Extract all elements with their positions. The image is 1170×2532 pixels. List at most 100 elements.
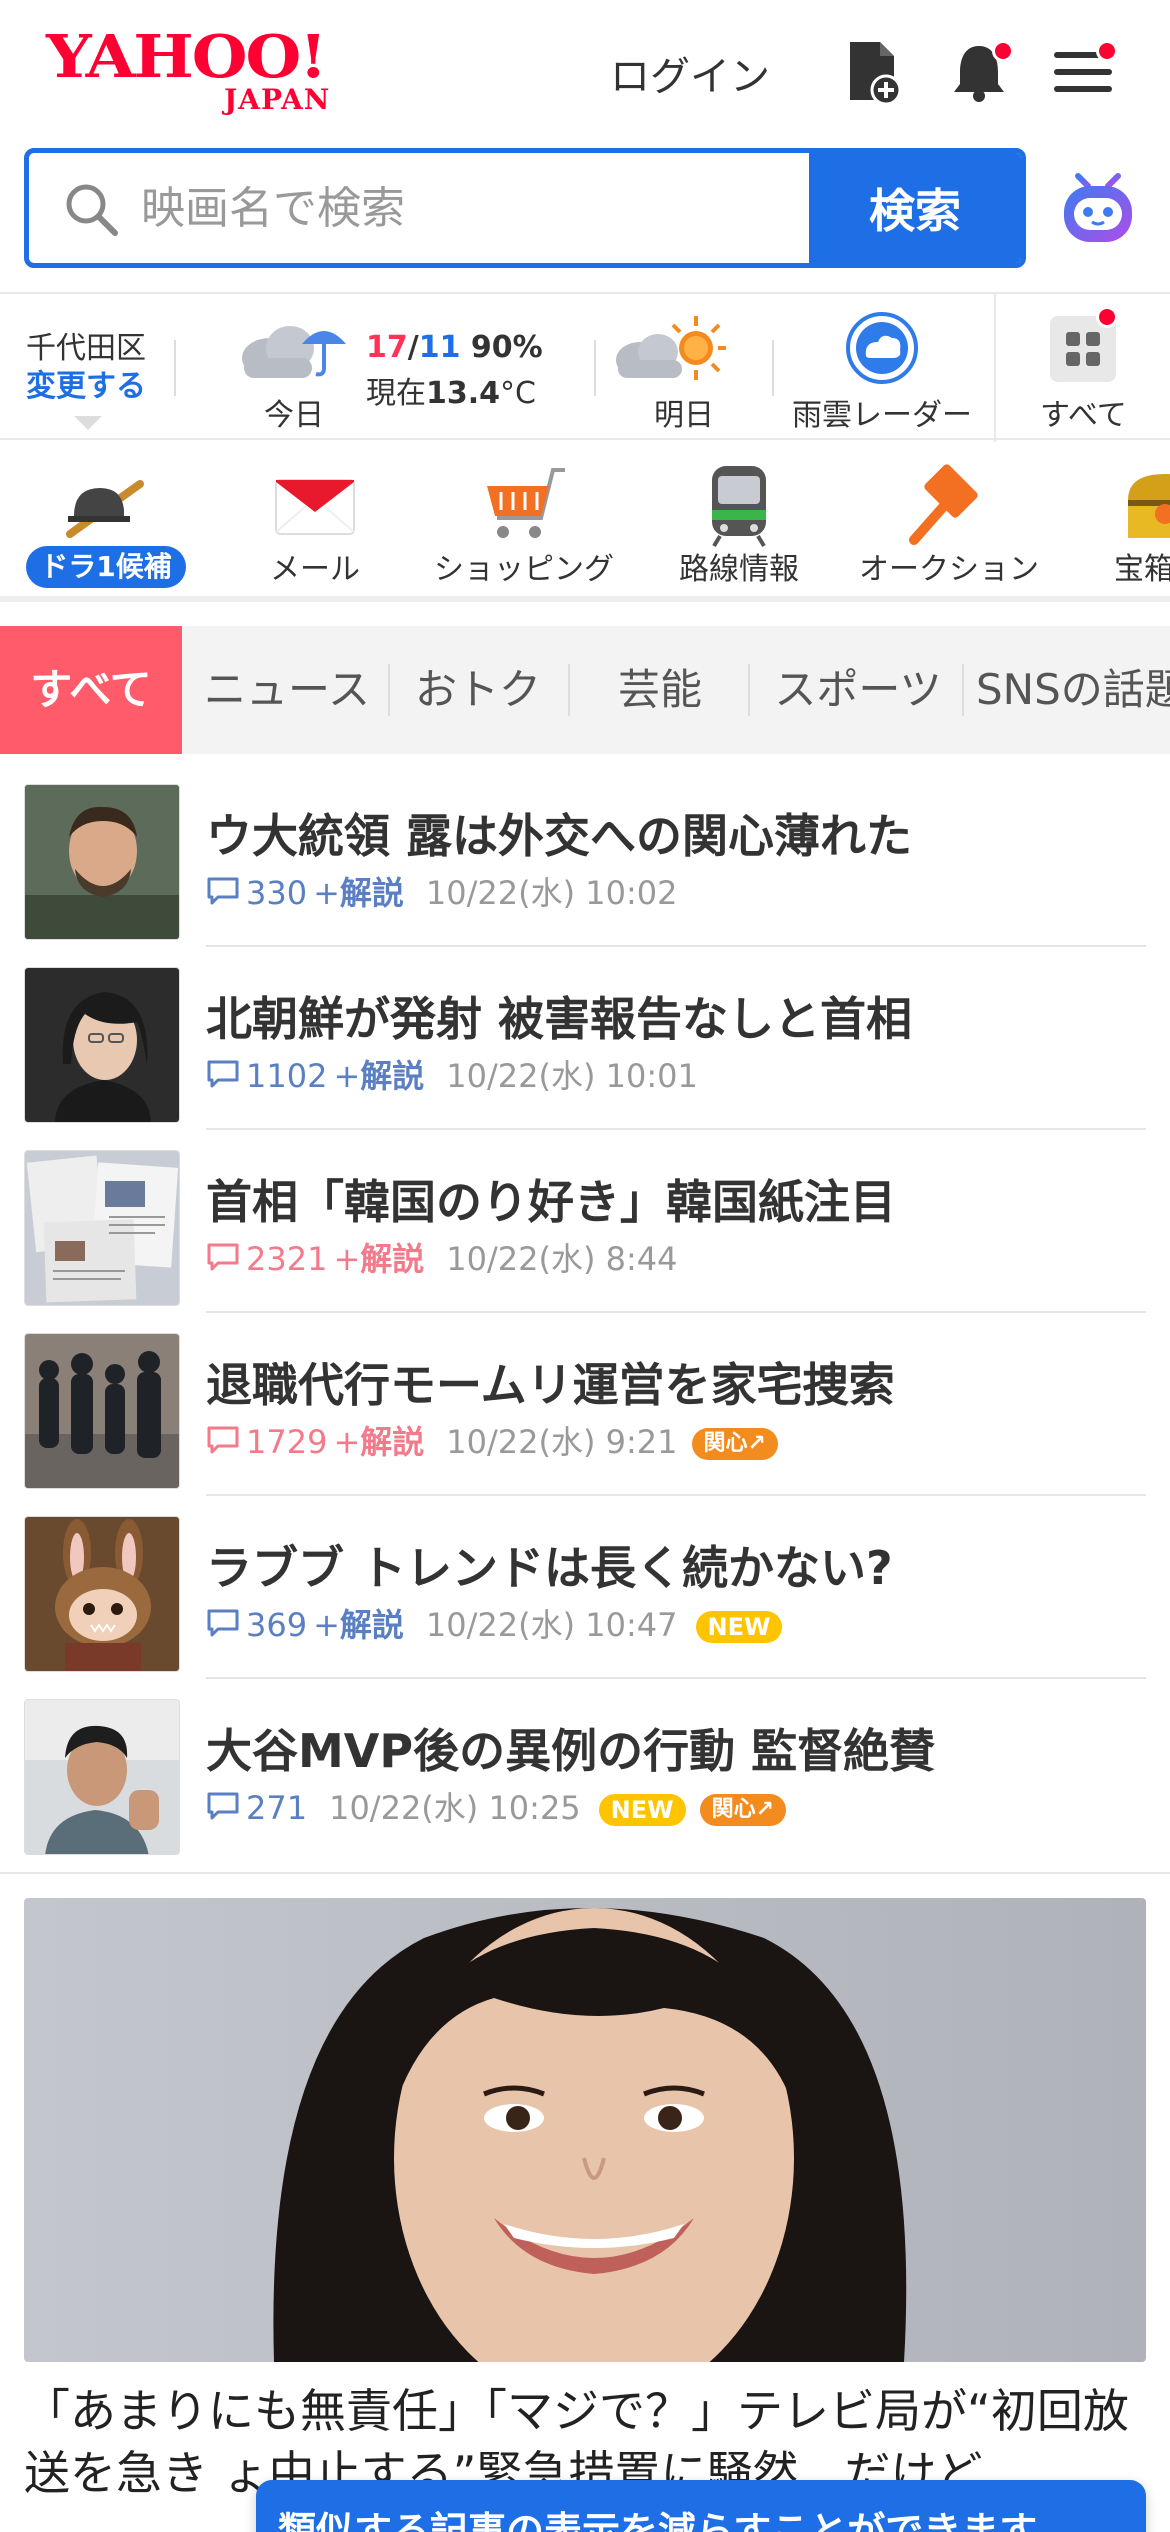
temp-high: 17 [366, 330, 408, 365]
mail-icon [270, 460, 360, 550]
divider [994, 294, 996, 442]
explanation-link: 解説 [360, 1057, 425, 1095]
search-input[interactable] [141, 153, 831, 263]
plus-sign: + [333, 1057, 361, 1095]
section-divider [0, 1872, 1170, 1874]
news-title: ウ大統領 露は外交への関心薄れた [206, 809, 913, 863]
news-title: 北朝鮮が発射 被害報告なしと首相 [206, 992, 913, 1046]
plus-sign: + [333, 1423, 361, 1461]
divider [174, 340, 176, 396]
divider [772, 340, 774, 396]
tab-entertainment[interactable]: 芸能 [580, 626, 740, 754]
news-item[interactable]: 首相「韓国のり好き」韓国紙注目 2321 +解説 10/22(水) 8:44 [0, 1130, 1170, 1313]
header: YAHOO! JAPAN ログイン [0, 0, 1170, 145]
tab-all[interactable]: すべて [0, 626, 182, 754]
precip-chance: 90% [470, 330, 543, 365]
all-label: すべて [1040, 398, 1127, 433]
temp-slash: / [407, 330, 419, 365]
news-thumbnail [24, 1699, 180, 1855]
news-meta: 2321 +解説 10/22(水) 8:44 [206, 1234, 678, 1278]
weather-bar: 千代田区 変更する 今日 17/11 90% 現在13.4°C 明日 雨雲レーダ… [0, 292, 1170, 442]
gavel-icon [904, 460, 994, 550]
service-transit[interactable]: 路線情報 [664, 442, 814, 592]
plus-sign: + [313, 874, 340, 912]
takarabako-label: 宝箱 [1114, 552, 1170, 587]
tab-news[interactable]: ニュース [194, 626, 380, 754]
mail-label: メール [270, 552, 360, 587]
interest-badge: 関心↗ [691, 1428, 778, 1460]
comment-count: 2321 [246, 1240, 328, 1278]
weather-location[interactable]: 千代田区 変更する [26, 330, 146, 406]
tomorrow-label: 明日 [654, 398, 714, 433]
service-auction[interactable]: オークション [854, 442, 1044, 592]
news-time: 10/22(水) 8:44 [446, 1240, 678, 1278]
news-title: ラブブ トレンドは長く続かない? [206, 1541, 893, 1595]
bell-icon[interactable] [944, 36, 1014, 106]
logo-text: YAHOO! [46, 22, 327, 92]
ai-assistant-icon[interactable] [1058, 168, 1138, 248]
news-time: 10/22(水) 10:47 [425, 1606, 678, 1644]
tab-sports[interactable]: スポーツ [758, 626, 958, 754]
auction-label: オークション [859, 552, 1039, 587]
news-item[interactable]: 北朝鮮が発射 被害報告なしと首相 1102 +解説 10/22(水) 10:01 [0, 947, 1170, 1130]
news-thumbnail [24, 1150, 180, 1306]
news-meta: 271 10/22(水) 10:25 NEW 関心↗ [206, 1783, 787, 1827]
caret-icon [74, 416, 102, 430]
news-title: 大谷MVP後の異例の行動 監督絶賛 [206, 1724, 936, 1778]
news-title: 退職代行モームリ運営を家宅捜索 [206, 1358, 895, 1412]
temp-high-low: 17/11 90% [366, 330, 543, 365]
news-item[interactable]: 退職代行モームリ運営を家宅捜索 1729 +解説 10/22(水) 9:21 関心↗ [0, 1313, 1170, 1496]
today-label: 今日 [264, 398, 324, 433]
change-location-link[interactable]: 変更する [26, 368, 146, 406]
feature-image[interactable] [24, 1898, 1146, 2362]
baseball-helmet-icon [60, 460, 150, 550]
login-link[interactable]: ログイン [610, 44, 770, 102]
new-badge: NEW [598, 1794, 686, 1826]
train-icon [694, 460, 784, 550]
news-item[interactable]: 大谷MVP後の異例の行動 監督絶賛 271 10/22(水) 10:25 NEW 関心… [0, 1679, 1170, 1862]
service-mail[interactable]: メール [240, 442, 390, 592]
news-meta: 1102 +解説 10/22(水) 10:01 [206, 1051, 698, 1095]
menu-icon[interactable] [1050, 36, 1120, 106]
explanation-link: 解説 [339, 1606, 404, 1644]
category-tabs: すべて ニュース おトク 芸能 スポーツ SNSの話題 [0, 626, 1170, 754]
comment-icon [206, 876, 240, 914]
news-time: 10/22(水) 9:21 [446, 1423, 678, 1461]
service-shopping[interactable]: ショッピング [424, 442, 624, 592]
tab-divider [388, 664, 390, 716]
comment-icon [206, 1059, 240, 1097]
news-meta: 369 +解説 10/22(水) 10:47 NEW [206, 1600, 783, 1644]
interest-badge: 関心↗ [699, 1794, 787, 1826]
search-icon [63, 181, 119, 237]
news-time: 10/22(水) 10:25 [329, 1789, 581, 1827]
divider [594, 340, 596, 396]
cloud-rain-icon [236, 314, 356, 384]
treasure-chest-icon [1120, 460, 1170, 550]
search-bar: 検索 [24, 148, 1026, 268]
toast-message[interactable]: 類似する記事の表示を減らすことができます [256, 2480, 1146, 2532]
menu-notification-dot [1096, 40, 1118, 62]
comment-icon [206, 1242, 240, 1280]
transit-label: 路線情報 [679, 552, 799, 587]
yahoo-japan-logo[interactable]: YAHOO! JAPAN [46, 28, 366, 118]
news-title: 首相「韓国のり好き」韓国紙注目 [206, 1175, 896, 1229]
shopping-cart-icon [479, 460, 569, 550]
tab-deals[interactable]: おトク [400, 626, 556, 754]
news-thumbnail [24, 784, 180, 940]
comment-icon [206, 1791, 240, 1829]
tab-divider [962, 664, 964, 716]
news-item[interactable]: ラブブ トレンドは長く続かない? 369 +解説 10/22(水) 10:47 NEW [0, 1496, 1170, 1679]
news-thumbnail [24, 1333, 180, 1489]
news-time: 10/22(水) 10:01 [446, 1057, 698, 1095]
comment-count: 271 [246, 1789, 308, 1827]
comment-count: 369 [246, 1606, 308, 1644]
tab-sns[interactable]: SNSの話題 [976, 626, 1170, 754]
tab-divider [748, 664, 750, 716]
search-button[interactable]: 検索 [809, 153, 1021, 263]
service-draft[interactable]: ドラ1候補 [0, 442, 210, 592]
comment-count: 1102 [246, 1057, 328, 1095]
document-add-icon[interactable] [836, 36, 906, 106]
service-takarabako[interactable]: 宝箱 [1090, 442, 1170, 592]
comment-icon [206, 1425, 240, 1463]
news-item[interactable]: ウ大統領 露は外交への関心薄れた 330 +解説 10/22(水) 10:02 [0, 764, 1170, 947]
